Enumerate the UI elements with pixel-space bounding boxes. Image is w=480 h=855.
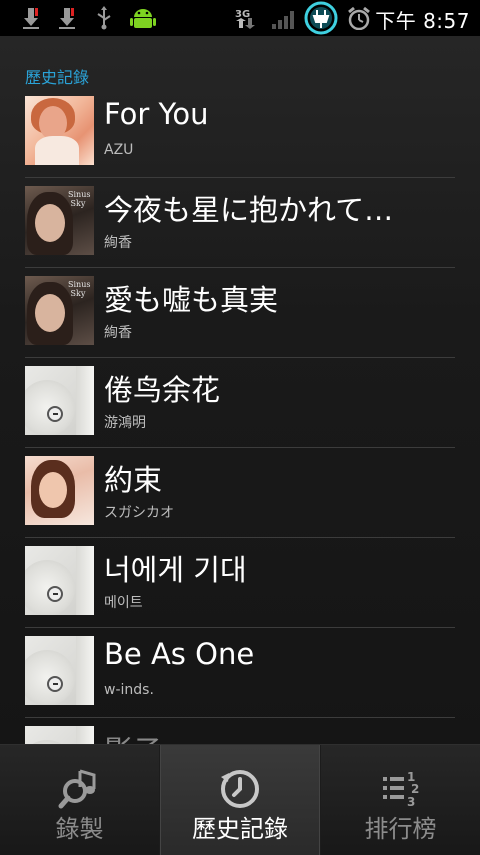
history-panel: 歷史記錄 For You AZU Sinus Sky 今夜も星に抱かれて… 絢香… [0, 36, 480, 744]
album-logo: Sinus Sky [68, 190, 91, 208]
artist-name: 絢香 [104, 235, 132, 251]
list-item[interactable]: Sinus Sky 今夜も星に抱かれて… 絢香 [25, 178, 455, 268]
tab-ranking[interactable]: 1 2 3 排行榜 [321, 745, 480, 855]
list-item[interactable]: Be As One w-inds. [25, 628, 455, 718]
song-title: 約束 [104, 463, 163, 497]
song-title: 影子 [104, 728, 454, 744]
song-title: 愛も嘘も真実 [104, 283, 279, 317]
ranking-list-icon: 1 2 3 [382, 770, 419, 809]
bottom-tab-bar: 錄製 歷史記錄 1 2 3 排行榜 [0, 744, 480, 855]
svg-text:3G: 3G [235, 9, 250, 20]
list-item[interactable]: 倦鸟余花 游鴻明 [25, 358, 455, 448]
section-header: 歷史記錄 [25, 68, 90, 87]
download-icon [59, 8, 75, 29]
artist-name: 絢香 [104, 325, 132, 341]
list-item[interactable]: For You AZU [25, 88, 455, 178]
alarm-icon [348, 6, 370, 30]
artist-name: AZU [104, 142, 134, 158]
download-icon [23, 8, 39, 29]
usb-icon [97, 6, 111, 30]
svg-text:3: 3 [407, 795, 415, 809]
status-time: 下午 8:57 [375, 9, 470, 33]
tab-history[interactable]: 歷史記錄 [160, 745, 320, 855]
artist-name: スガシカオ [104, 505, 174, 521]
signal-3g-icon: 3G [235, 9, 255, 29]
album-art-placeholder [25, 546, 94, 615]
status-bar: 3G 下午 8:57 [0, 0, 480, 36]
svg-text:2: 2 [411, 782, 419, 796]
song-title: Be As One [104, 637, 255, 671]
tab-label: 錄製 [55, 815, 104, 843]
android-debug-icon [130, 9, 156, 28]
history-clock-icon [221, 770, 259, 808]
artist-name: 游鴻明 [104, 415, 146, 431]
album-art [25, 96, 94, 165]
album-art: Sinus Sky [25, 186, 94, 255]
album-logo: Sinus Sky [68, 280, 91, 298]
list-item[interactable]: 影子 [25, 718, 455, 744]
list-item[interactable]: Sinus Sky 愛も嘘も真実 絢香 [25, 268, 455, 358]
artist-name: 메이트 [104, 595, 143, 611]
album-art-placeholder [25, 366, 94, 435]
history-list: For You AZU Sinus Sky 今夜も星に抱かれて… 絢香 Sinu… [25, 88, 455, 744]
album-art-placeholder [25, 726, 94, 744]
song-title: 倦鸟余花 [104, 373, 221, 407]
signal-strength-icon [272, 11, 294, 29]
album-art [25, 456, 94, 525]
list-item[interactable]: 約束 スガシカオ [25, 448, 455, 538]
artist-name: w-inds. [104, 682, 154, 698]
tab-label: 排行榜 [364, 815, 437, 843]
record-search-icon [58, 769, 95, 809]
song-title: 너에게 기대 [104, 553, 247, 587]
charging-icon [304, 1, 338, 35]
song-title: 今夜も星に抱かれて… [104, 193, 394, 227]
album-art-placeholder [25, 636, 94, 705]
song-title: For You [104, 97, 209, 131]
list-item[interactable]: 너에게 기대 메이트 [25, 538, 455, 628]
album-art: Sinus Sky [25, 276, 94, 345]
tab-record[interactable]: 錄製 [0, 745, 159, 855]
tab-label: 歷史記錄 [192, 815, 288, 843]
